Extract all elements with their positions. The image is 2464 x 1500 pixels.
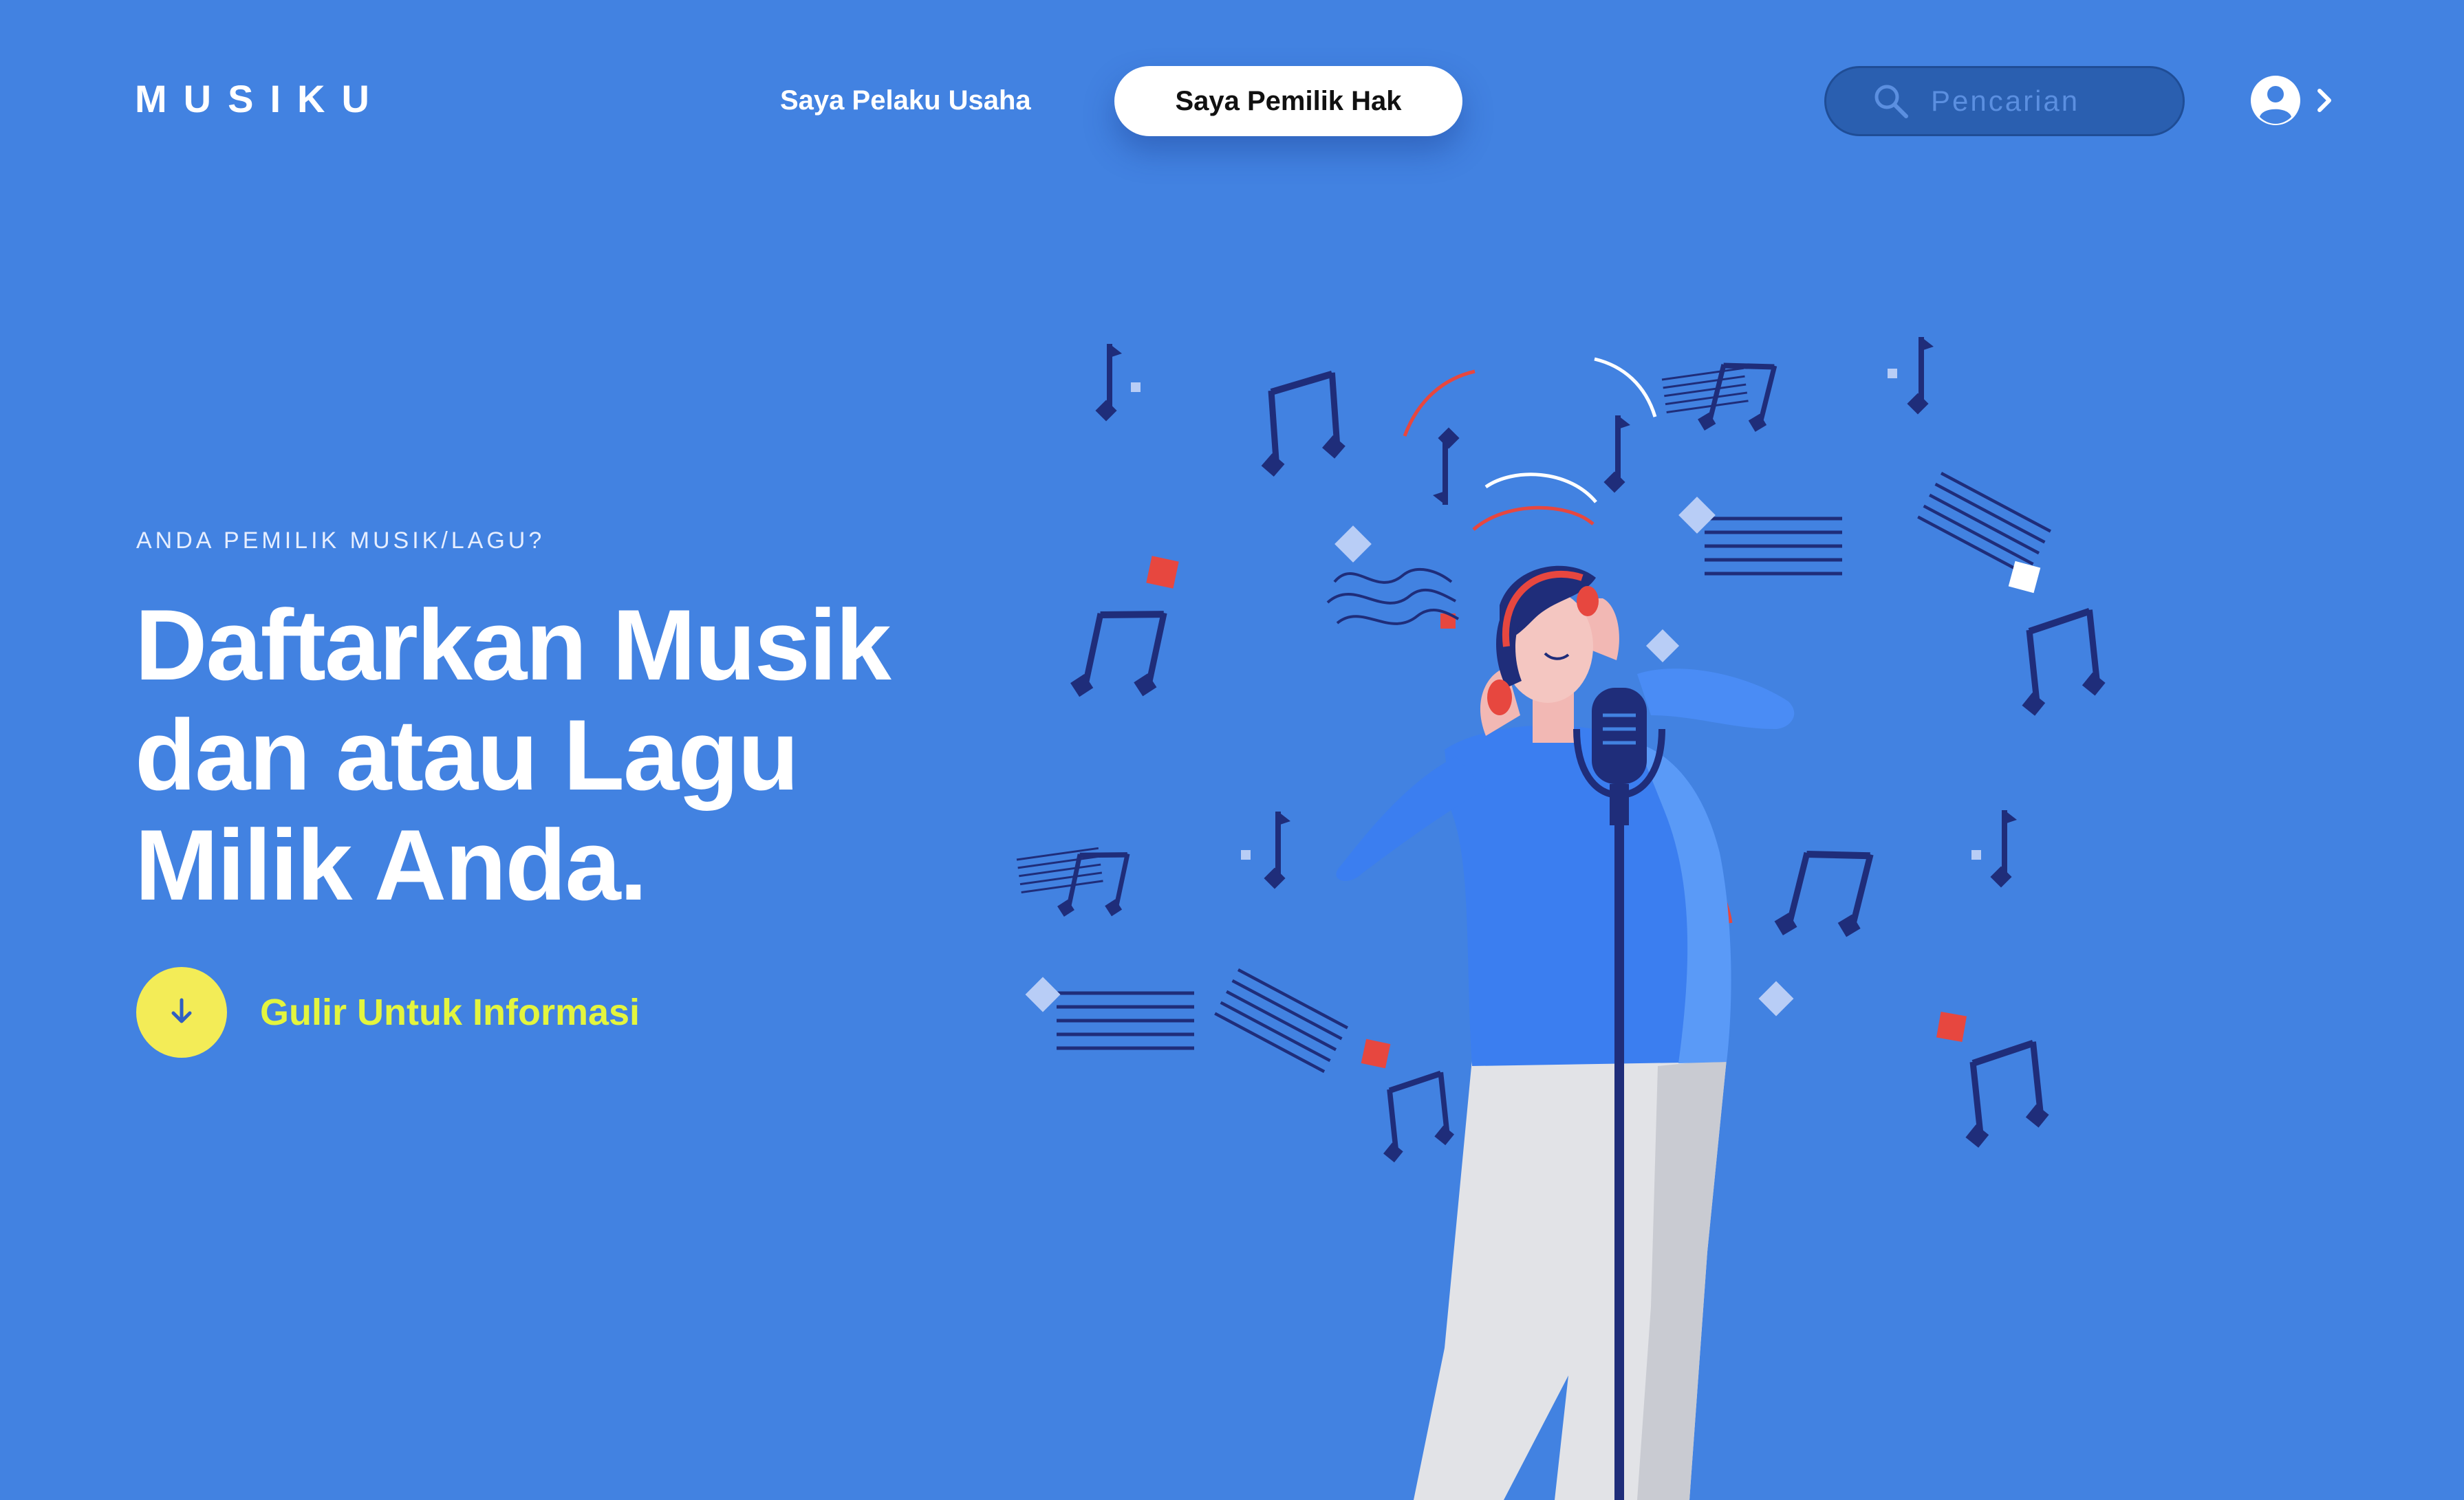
nav-business-owner[interactable]: Saya Pelaku Usaha [780, 84, 1031, 117]
scroll-button-circle [136, 967, 227, 1058]
singer-figure [1336, 565, 1795, 1500]
hero-headline-line-2: dan atau Lagu [135, 699, 799, 811]
search-icon [1872, 82, 1910, 120]
hero-kicker: ANDA PEMILIK MUSIK/LAGU? [136, 528, 545, 554]
hero-headline: Daftarkan Musik dan atau Lagu Milik Anda… [135, 590, 1002, 920]
nav-rights-owner-label: Saya Pemilik Hak [1175, 85, 1402, 116]
singer-illustration [1015, 275, 2201, 1500]
account-menu[interactable] [2249, 74, 2335, 130]
hero-headline-line-1: Daftarkan Musik [135, 589, 891, 701]
search-bar[interactable] [1824, 66, 2185, 136]
arrow-down-icon [166, 996, 197, 1030]
user-circle-icon [2249, 74, 2302, 130]
search-input[interactable] [1930, 84, 2139, 118]
chevron-right-icon [2314, 85, 2335, 119]
scroll-info-button[interactable]: Gulir Untuk Informasi [136, 967, 640, 1058]
hero-headline-line-3: Milik Anda. [135, 809, 647, 921]
site-logo[interactable]: MUSIKU [135, 77, 386, 121]
scroll-info-label: Gulir Untuk Informasi [260, 992, 640, 1033]
nav-rights-owner[interactable]: Saya Pemilik Hak [1114, 66, 1462, 136]
